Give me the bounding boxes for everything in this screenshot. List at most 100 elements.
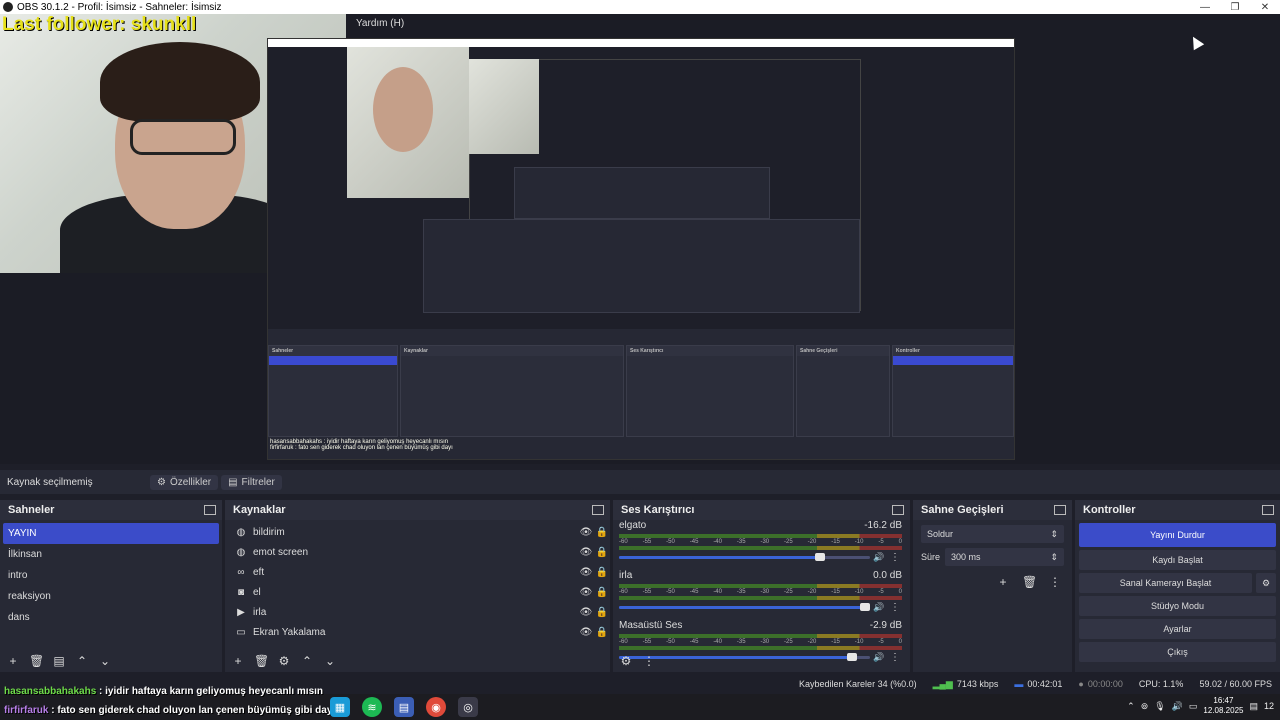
meter-ticks: -60 -55 -50 -45 -40 -35 -30 -25 -20 -15 -10 -5 0 — [619, 589, 902, 595]
source-item[interactable]: ◍ bildirim 👁 🔒 — [225, 522, 610, 542]
visibility-eye-icon[interactable]: 👁 — [578, 627, 594, 638]
scene-filters-button[interactable]: ▤ — [52, 654, 66, 668]
maximize-button[interactable]: ❐ — [1220, 2, 1250, 13]
channel-menu-icon[interactable]: ⋮ — [888, 602, 902, 613]
speaker-icon[interactable]: 🔊 — [870, 602, 888, 613]
undock-icon[interactable] — [892, 505, 904, 515]
start-recording-button[interactable]: Kaydı Başlat — [1079, 550, 1276, 570]
volume-slider[interactable] — [619, 552, 870, 561]
chrome-icon[interactable]: ◉ — [426, 697, 446, 717]
nested-screen-capture: Sahneler Kaynaklar Ses Karıştırıcı Sahne… — [267, 38, 1015, 460]
sources-dock: Kaynaklar ◍ bildirim 👁 🔒 ◍ emot screen 👁 🔒 ∞ ef… — [225, 500, 610, 672]
add-source-button[interactable]: + — [231, 654, 245, 668]
chevron-up-icon[interactable]: ⌃ — [1127, 701, 1135, 712]
filters-button[interactable]: ▤ Filtreler — [221, 474, 282, 490]
preview-canvas[interactable]: Last follower: skunkll Yardım (H) Sahnel… — [0, 14, 1280, 464]
lock-icon[interactable]: 🔒 — [594, 567, 610, 578]
meter-tick: -5 — [878, 639, 884, 645]
studio-mode-button[interactable]: Stüdyo Modu — [1079, 596, 1276, 616]
meter-tick: -10 — [854, 539, 864, 545]
fps: 59.02 / 60.00 FPS — [1199, 679, 1272, 689]
transition-select[interactable]: Soldur ⇕ — [921, 525, 1064, 543]
source-properties-button[interactable]: ⚙ — [277, 654, 291, 668]
duration-spinbox[interactable]: 300 ms ⇕ — [945, 548, 1064, 566]
minimize-button[interactable]: — — [1190, 2, 1220, 13]
volume-knob[interactable] — [814, 552, 825, 561]
undock-icon[interactable] — [1262, 505, 1274, 515]
visibility-eye-icon[interactable]: 👁 — [578, 607, 594, 618]
signal-bars-icon: ▂▄▆ — [932, 678, 953, 689]
source-item[interactable]: ▭ Ekran Yakalama 👁 🔒 — [225, 622, 610, 642]
lock-icon[interactable]: 🔒 — [594, 607, 610, 618]
move-down-button[interactable]: ⌄ — [98, 654, 112, 668]
mixer-menu-button[interactable]: ⋮ — [642, 654, 656, 668]
network-icon[interactable]: ⊚ — [1141, 701, 1149, 712]
visibility-eye-icon[interactable]: 👁 — [578, 547, 594, 558]
volume-slider[interactable] — [619, 602, 870, 611]
volume-knob[interactable] — [860, 602, 870, 611]
meter-tick: -50 — [666, 589, 675, 595]
visibility-eye-icon[interactable]: 👁 — [578, 587, 594, 598]
source-item[interactable]: ◙ el 👁 🔒 — [225, 582, 610, 602]
volume-slider[interactable] — [619, 652, 870, 661]
transition-menu-button[interactable]: ⋮ — [1048, 575, 1062, 589]
lock-icon[interactable]: 🔒 — [594, 547, 610, 558]
start-virtual-camera-button[interactable]: Sanal Kamerayı Başlat — [1079, 573, 1252, 593]
remove-scene-button[interactable]: 🗑 — [29, 654, 44, 668]
source-item[interactable]: ◍ emot screen 👁 🔒 — [225, 542, 610, 562]
battery-icon[interactable]: ▭ — [1189, 701, 1198, 712]
meter-tick: -5 — [878, 589, 884, 595]
remove-source-button[interactable]: 🗑 — [254, 654, 269, 668]
meter-tick: -40 — [713, 539, 722, 545]
move-up-button[interactable]: ⌃ — [300, 654, 314, 668]
exit-button[interactable]: Çıkış — [1079, 642, 1276, 662]
stream-icon: ▬ — [1014, 679, 1024, 689]
notification-icon[interactable]: ▤ — [1249, 701, 1258, 712]
obs-icon[interactable]: ◎ — [458, 697, 478, 717]
store-app-icon[interactable]: ▦ — [330, 697, 350, 717]
add-scene-button[interactable]: + — [6, 654, 20, 668]
close-button[interactable]: ✕ — [1250, 2, 1280, 13]
scene-item[interactable]: reaksiyon — [0, 586, 222, 607]
lock-icon[interactable]: 🔒 — [594, 527, 610, 538]
move-down-button[interactable]: ⌄ — [323, 654, 337, 668]
undock-icon[interactable] — [1054, 505, 1066, 515]
calculator-icon[interactable]: ▤ — [394, 697, 414, 717]
advanced-audio-button[interactable]: ⚙ — [619, 654, 633, 668]
spotify-icon[interactable]: ≋ — [362, 697, 382, 717]
microphone-icon[interactable]: 🎙 — [1154, 701, 1165, 712]
channel-menu-icon[interactable]: ⋮ — [888, 552, 902, 563]
channel-name: elgato — [619, 520, 647, 531]
visibility-eye-icon[interactable]: 👁 — [578, 527, 594, 538]
meter-tick: -60 — [619, 589, 628, 595]
scene-item[interactable]: İlkinsan — [0, 544, 222, 565]
scene-item[interactable]: dans — [0, 607, 222, 628]
scene-item[interactable]: YAYIN — [3, 523, 219, 544]
source-item[interactable]: ▶ irla 👁 🔒 — [225, 602, 610, 622]
lock-icon[interactable]: 🔒 — [594, 627, 610, 638]
channel-menu-icon[interactable]: ⋮ — [888, 652, 902, 663]
speaker-icon[interactable]: 🔊 — [870, 652, 888, 663]
meter-tick: -45 — [689, 539, 699, 545]
scene-item[interactable]: intro — [0, 565, 222, 586]
visibility-eye-icon[interactable]: 👁 — [578, 567, 594, 578]
mouse-cursor-icon — [1187, 33, 1205, 51]
clock[interactable]: 16:47 12.08.2025 — [1203, 696, 1243, 716]
settings-button[interactable]: Ayarlar — [1079, 619, 1276, 639]
speaker-icon[interactable]: 🔊 — [870, 552, 888, 563]
undock-icon[interactable] — [204, 505, 216, 515]
volume-meter — [619, 634, 902, 638]
virtual-camera-settings-button[interactable]: ⚙ — [1256, 573, 1276, 593]
properties-button[interactable]: ⚙ Özellikler — [150, 474, 219, 490]
obs-logo-icon — [3, 2, 13, 12]
volume-icon[interactable]: 🔊 — [1172, 701, 1183, 712]
source-item[interactable]: ∞ eft 👁 🔒 — [225, 562, 610, 582]
volume-knob[interactable] — [847, 652, 858, 661]
remove-transition-button[interactable]: 🗑 — [1022, 575, 1037, 589]
meter-tick: -20 — [807, 589, 817, 595]
add-transition-button[interactable]: + — [996, 575, 1010, 589]
stop-streaming-button[interactable]: Yayını Durdur — [1079, 523, 1276, 547]
move-up-button[interactable]: ⌃ — [75, 654, 89, 668]
lock-icon[interactable]: 🔒 — [594, 587, 610, 598]
undock-icon[interactable] — [592, 505, 604, 515]
